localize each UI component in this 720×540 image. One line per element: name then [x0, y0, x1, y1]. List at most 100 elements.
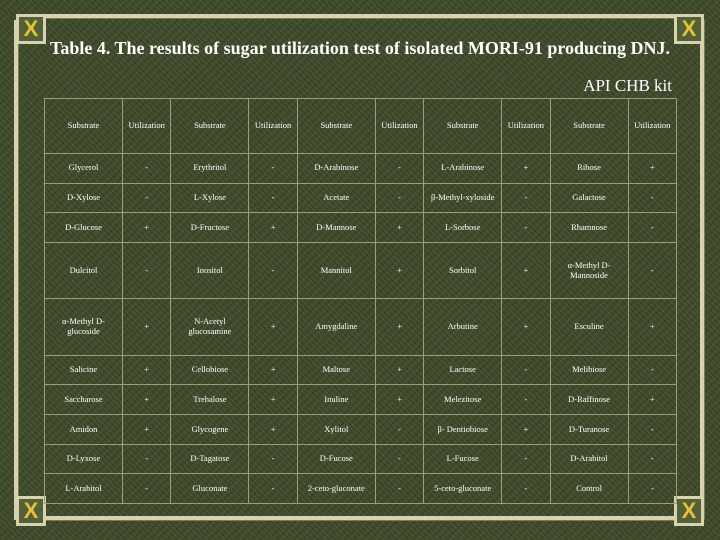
- substrate-cell: Control: [549, 473, 629, 504]
- substrate-cell: Lactose: [423, 354, 503, 386]
- substrate-cell: 5-ceto-gluconate: [423, 473, 503, 504]
- header-utilization: Utilization: [627, 98, 677, 154]
- header-substrate: Substrate: [549, 98, 629, 154]
- substrate-cell: Salicine: [44, 354, 123, 386]
- substrate-cell: L-Xylose: [170, 182, 250, 214]
- corner-ornament-bottom-right: X: [674, 496, 704, 526]
- utilization-cell: +: [248, 212, 298, 243]
- utilization-cell: -: [121, 473, 172, 504]
- corner-glyph: X: [23, 16, 39, 41]
- utilization-cell: -: [121, 443, 172, 475]
- sugar-utilization-table: Substrate Utilization Substrate Utilization…: [44, 98, 677, 504]
- slide-title: Table 4. The results of sugar utilizatio…: [49, 38, 671, 58]
- utilization-cell: +: [627, 384, 677, 416]
- utilization-cell: -: [627, 182, 677, 214]
- frame-left-border: [14, 20, 19, 520]
- utilization-cell: -: [627, 473, 677, 504]
- utilization-cell: -: [248, 241, 298, 300]
- substrate-cell: Melezitose: [423, 384, 503, 416]
- table-row: Dulcitol - Inositol - Mannitol + Sorbitol + α-Me…: [44, 241, 677, 300]
- substrate-cell: Saccharose: [44, 384, 123, 416]
- table-row: Amidon + Glycogene + Xylitol - β- Dentiobiose +…: [44, 414, 677, 445]
- substrate-cell: Acetate: [296, 182, 376, 214]
- utilization-cell: +: [121, 414, 172, 445]
- substrate-cell: Amygdaline: [296, 298, 376, 356]
- utilization-cell: -: [374, 473, 425, 504]
- table-row: L-Arabitol - Gluconate -2-ceto-gluconate -5-…: [44, 473, 677, 504]
- utilization-cell: -: [501, 443, 551, 475]
- header-utilization: Utilization: [121, 98, 172, 154]
- kit-label: API CHB kit: [583, 76, 672, 95]
- utilization-cell: -: [374, 414, 425, 445]
- substrate-cell: Melibiose: [549, 354, 629, 386]
- substrate-cell: Gluconate: [170, 473, 250, 504]
- substrate-cell: L-Sorbose: [423, 212, 503, 243]
- frame-right-border: [700, 20, 705, 520]
- substrate-cell: β-Methyl-xyloside: [423, 182, 503, 214]
- substrate-cell: D-Arabinose: [296, 153, 376, 184]
- substrate-cell: D-Glucose: [44, 212, 123, 243]
- substrate-cell: β- Dentiobiose: [423, 414, 503, 445]
- substrate-cell: Esculine: [549, 298, 629, 356]
- corner-glyph: X: [681, 16, 697, 41]
- utilization-cell: -: [374, 153, 425, 184]
- substrate-cell: Trehalose: [170, 384, 250, 416]
- utilization-cell: -: [501, 182, 551, 214]
- utilization-cell: +: [121, 298, 172, 356]
- header-substrate: Substrate: [296, 98, 376, 154]
- substrate-cell: Ribose: [549, 153, 629, 184]
- substrate-cell: D-Tagatose: [170, 443, 250, 475]
- table-row: α-Methyl D-glucoside + N-Acetyl glucosamin…: [44, 298, 677, 356]
- utilization-cell: -: [121, 182, 172, 214]
- utilization-cell: -: [627, 414, 677, 445]
- substrate-cell: D-Arabitol: [549, 443, 629, 475]
- utilization-cell: +: [501, 241, 551, 300]
- substrate-cell: D-Fucose: [296, 443, 376, 475]
- substrate-cell: D-Xylose: [44, 182, 123, 214]
- substrate-cell: α-Methyl D-Mannoside: [549, 241, 629, 300]
- corner-glyph: X: [23, 498, 39, 523]
- substrate-cell: Inuline: [296, 384, 376, 416]
- corner-ornament-bottom-left: X: [16, 496, 46, 526]
- utilization-cell: +: [501, 414, 551, 445]
- substrate-cell: Maltose: [296, 354, 376, 386]
- utilization-cell: -: [627, 212, 677, 243]
- substrate-cell: α-Methyl D-glucoside: [44, 298, 123, 356]
- header-utilization: Utilization: [248, 98, 298, 154]
- utilization-cell: +: [374, 354, 425, 386]
- utilization-cell: -: [248, 182, 298, 214]
- table-row: D-Xylose - L-Xylose - Acetate - β-Methyl-xylos…: [44, 182, 677, 214]
- utilization-cell: -: [627, 443, 677, 475]
- table-row: Saccharose + Trehalose + Inuline + Melezitose -…: [44, 384, 677, 416]
- utilization-cell: +: [248, 414, 298, 445]
- utilization-cell: +: [374, 384, 425, 416]
- substrate-cell: N-Acetyl glucosamine: [170, 298, 250, 356]
- substrate-cell: D-Fructose: [170, 212, 250, 243]
- utilization-cell: -: [627, 354, 677, 386]
- utilization-cell: +: [627, 298, 677, 356]
- utilization-cell: +: [627, 153, 677, 184]
- utilization-cell: -: [501, 212, 551, 243]
- substrate-cell: L-Arabinose: [423, 153, 503, 184]
- utilization-cell: -: [501, 473, 551, 504]
- utilization-cell: -: [248, 473, 298, 504]
- substrate-cell: Galactose: [549, 182, 629, 214]
- table-row: Salicine + Cellobiose + Maltose + Lactose - Meli…: [44, 354, 677, 386]
- table-row: D-Glucose + D-Fructose + D-Mannose + L-Sorbose…: [44, 212, 677, 243]
- utilization-cell: +: [374, 241, 425, 300]
- substrate-cell: Glycerol: [44, 153, 123, 184]
- utilization-cell: +: [501, 298, 551, 356]
- utilization-cell: -: [121, 153, 172, 184]
- table-row: Glycerol - Erythritol - D-Arabinose - L-Arabin…: [44, 153, 677, 184]
- utilization-cell: +: [248, 298, 298, 356]
- utilization-cell: +: [121, 212, 172, 243]
- header-substrate: Substrate: [423, 98, 503, 154]
- substrate-cell: Dulcitol: [44, 241, 123, 300]
- header-utilization: Utilization: [501, 98, 551, 154]
- substrate-cell: 2-ceto-gluconate: [296, 473, 376, 504]
- substrate-cell: Erythritol: [170, 153, 250, 184]
- utilization-cell: +: [374, 298, 425, 356]
- frame-bottom-border: [20, 516, 700, 521]
- utilization-cell: -: [248, 443, 298, 475]
- utilization-cell: +: [248, 384, 298, 416]
